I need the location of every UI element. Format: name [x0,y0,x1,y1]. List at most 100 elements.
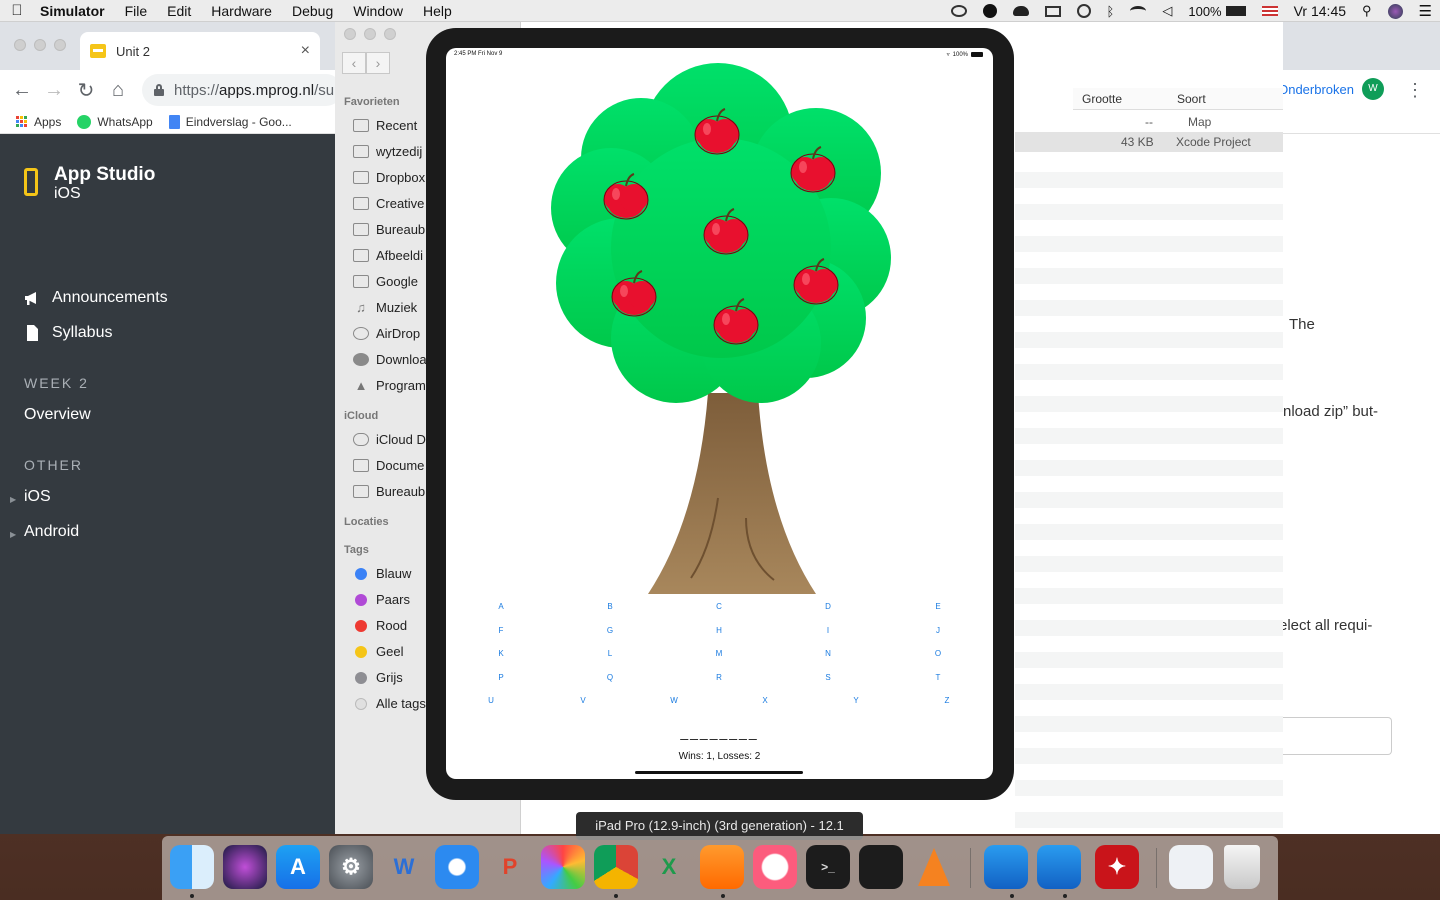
page-input-field[interactable] [1283,717,1392,755]
tag-red[interactable]: Rood [353,618,407,633]
bookmark-eindverslag[interactable]: Eindverslag - Goo... [168,114,292,129]
letter-button-g[interactable]: G [600,626,620,635]
letter-button-c[interactable]: C [709,602,729,611]
tag-all[interactable]: Alle tags [353,696,426,711]
column-kind[interactable]: Soort [1177,92,1206,106]
notification-center-icon[interactable]: ☰ [1419,2,1432,20]
status-s-icon[interactable] [982,4,997,18]
sidebar-item-pictures[interactable]: Afbeeldi [353,248,423,263]
letter-button-t[interactable]: T [928,673,948,682]
tag-blue[interactable]: Blauw [353,566,411,581]
menu-debug[interactable]: Debug [282,0,343,22]
letter-button-y[interactable]: Y [846,696,866,705]
word-icon[interactable]: W [382,845,426,889]
letter-button-f[interactable]: F [491,626,511,635]
more-menu-icon[interactable]: ⋮ [1406,80,1424,101]
chrome-icon[interactable] [594,845,638,889]
powerpoint-icon[interactable]: P [488,845,532,889]
battery-icon[interactable] [1225,6,1246,16]
photos-icon[interactable] [541,845,585,889]
nav-announcements[interactable]: Announcements [24,289,168,307]
vlc-icon[interactable] [912,845,956,889]
bookmark-apps[interactable]: Apps [16,115,61,129]
upload-cloud-icon[interactable] [1012,6,1029,16]
expand-arrow-icon[interactable]: ▶ [10,495,16,504]
sidebar-item-recent[interactable]: Recent [353,118,417,133]
sidebar-item-desktop[interactable]: Bureaub [353,222,425,237]
letter-button-u[interactable]: U [481,696,501,705]
letter-button-q[interactable]: Q [600,673,620,682]
safari-icon[interactable] [435,845,479,889]
reload-icon[interactable]: ↻ [70,78,102,103]
file-row[interactable]: -- Map [1015,112,1283,132]
sidebar-item-documents[interactable]: Docume [353,458,424,473]
forward-arrow-icon[interactable]: → [38,79,70,102]
clock[interactable]: Vr 14:45 [1294,3,1346,19]
ibooks-icon[interactable] [700,845,744,889]
zoom-window-button[interactable] [384,28,396,40]
nav-syllabus[interactable]: Syllabus [24,324,112,342]
sidebar-item-icloud-drive[interactable]: iCloud D [353,432,426,447]
menu-hardware[interactable]: Hardware [201,0,282,22]
tab-unit-2[interactable]: Unit 2 × [80,32,320,70]
letter-button-s[interactable]: S [818,673,838,682]
sidebar-item-icloud-desktop[interactable]: Bureaub [353,484,425,499]
itunes-icon[interactable]: ♫ [753,845,797,889]
sidebar-item-applications[interactable]: ▲ Program [353,378,426,393]
siri-icon[interactable] [223,845,267,889]
tag-yellow[interactable]: Geel [353,644,403,659]
sidebar-item-dropbox[interactable]: Dropbox [353,170,425,185]
tag-purple[interactable]: Paars [353,592,410,607]
finder-back-icon[interactable]: ‹ [342,52,366,74]
tab-close-icon[interactable]: × [301,42,310,60]
profile-chip[interactable]: Onderbroken W [1278,78,1384,100]
letter-button-b[interactable]: B [600,602,620,611]
time-machine-icon[interactable] [1076,4,1091,18]
tag-gray[interactable]: Grijs [353,670,403,685]
terminal-icon[interactable]: >_ [806,845,850,889]
finder-forward-icon[interactable]: › [366,52,390,74]
preview-icon[interactable] [1169,845,1213,889]
sidebar-item-music[interactable]: ♫ Muziek [353,300,417,315]
simulator-icon[interactable] [1037,845,1081,889]
expand-arrow-icon[interactable]: ▶ [10,530,16,539]
studio-brand[interactable]: App Studio iOS [24,164,155,202]
menu-app-name[interactable]: Simulator [34,0,115,22]
nav-overview[interactable]: Overview [24,406,91,424]
siri-menu-icon[interactable] [1387,3,1403,19]
column-size[interactable]: Grootte [1082,92,1122,106]
letter-button-i[interactable]: I [818,626,838,635]
finder-icon[interactable] [170,845,214,889]
home-icon[interactable]: ⌂ [102,79,134,102]
volume-icon[interactable]: ◁ [1162,3,1172,19]
letter-button-e[interactable]: E [928,602,948,611]
menu-file[interactable]: File [115,0,158,22]
apple-menu-icon[interactable]:  [0,2,34,19]
bookmark-whatsapp[interactable]: WhatsApp [77,114,153,129]
sidebar-item-home[interactable]: wytzedij [353,144,422,159]
wifi-icon[interactable] [1130,6,1147,16]
zoom-window-button[interactable] [54,39,66,51]
sidebar-item-airdrop[interactable]: AirDrop [353,326,420,341]
creative-cloud-icon[interactable] [950,5,967,17]
app-store-icon[interactable]: A [276,845,320,889]
letter-button-o[interactable]: O [928,649,948,658]
back-arrow-icon[interactable]: ← [6,79,38,102]
sidebar-item-downloads[interactable]: Downloa [353,352,427,367]
airplay-icon[interactable] [1044,5,1061,17]
letter-button-d[interactable]: D [818,602,838,611]
trash-icon[interactable] [1224,845,1260,889]
minimize-window-button[interactable] [364,28,376,40]
nav-ios[interactable]: iOS [24,488,51,506]
letter-button-w[interactable]: W [664,696,684,705]
menu-help[interactable]: Help [413,0,462,22]
system-preferences-icon[interactable]: ⚙ [329,845,373,889]
nav-android[interactable]: Android [24,523,79,541]
letter-button-h[interactable]: H [709,626,729,635]
menu-edit[interactable]: Edit [157,0,201,22]
sidebar-item-creative[interactable]: Creative [353,196,424,211]
close-window-button[interactable] [14,39,26,51]
letter-button-p[interactable]: P [491,673,511,682]
address-bar[interactable]: https://apps.mprog.nl/su [142,74,342,106]
letter-button-k[interactable]: K [491,649,511,658]
